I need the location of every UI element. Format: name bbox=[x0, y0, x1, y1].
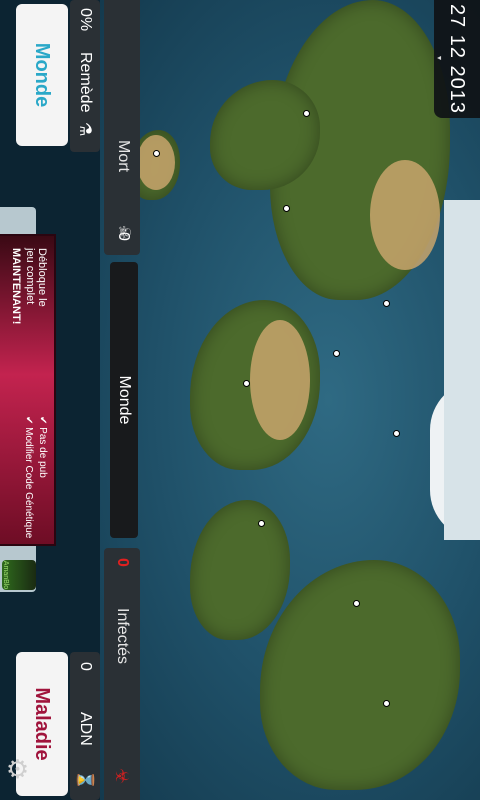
biohazard-icon: ☣ bbox=[112, 768, 133, 785]
city-marker[interactable] bbox=[383, 700, 390, 707]
arctic-ice bbox=[444, 200, 480, 540]
region-label: Monde bbox=[116, 375, 133, 425]
desert-region bbox=[370, 160, 440, 270]
australia-desert bbox=[137, 135, 175, 190]
infected-row: 0 Infectés ☣ bbox=[104, 548, 140, 800]
city-marker[interactable] bbox=[283, 205, 290, 212]
tab-world[interactable]: Monde bbox=[16, 4, 68, 146]
city-marker[interactable] bbox=[393, 430, 400, 437]
tab-disease-label: Maladie bbox=[31, 687, 54, 761]
sahara-desert bbox=[250, 320, 310, 440]
city-marker[interactable] bbox=[333, 350, 340, 357]
deaths-label: Mort bbox=[115, 140, 132, 172]
dna-label: ADN bbox=[77, 712, 94, 746]
cure-box: 0% Remède ⚗ bbox=[70, 0, 100, 152]
city-marker[interactable] bbox=[243, 380, 250, 387]
tab-world-label: Monde bbox=[31, 42, 54, 108]
continent-north-america bbox=[260, 560, 460, 790]
city-marker[interactable] bbox=[303, 110, 310, 117]
bottom-tabs: Monde Maladie bbox=[6, 0, 68, 800]
date-display[interactable]: 27 12 2013 ▾ bbox=[434, 0, 480, 118]
game-screen: 27 12 2013 ▾ AmanBlo Monde 0 Mort ☠ 0 In… bbox=[0, 0, 480, 800]
deaths-row: 0 Mort ☠ bbox=[104, 0, 140, 255]
date-text: 27 12 2013 bbox=[446, 3, 469, 115]
cure-label: Remède bbox=[77, 52, 94, 113]
region-bar[interactable]: Monde bbox=[110, 262, 138, 538]
cure-value: 0% bbox=[77, 8, 94, 32]
flask-icon: ⚗ bbox=[76, 122, 93, 137]
world-map[interactable] bbox=[100, 0, 480, 800]
infected-value: 0 bbox=[114, 558, 131, 567]
city-marker[interactable] bbox=[153, 150, 160, 157]
hourglass-icon: ⌛ bbox=[76, 770, 93, 790]
skull-icon: ☠ bbox=[115, 225, 132, 240]
infected-label: Infectés bbox=[114, 608, 131, 665]
dna-value: 0 bbox=[77, 662, 94, 671]
city-marker[interactable] bbox=[383, 300, 390, 307]
stats-panel: Monde 0 Mort ☠ 0 Infectés ☣ 0% Remède ⚗ … bbox=[0, 0, 140, 800]
date-dropdown-icon: ▾ bbox=[435, 56, 444, 62]
dna-box: 0 ADN ⌛ bbox=[70, 652, 100, 800]
continent-south-america bbox=[190, 500, 290, 640]
city-marker[interactable] bbox=[353, 600, 360, 607]
settings-gear-icon[interactable]: ⚙ bbox=[6, 754, 29, 785]
city-marker[interactable] bbox=[258, 520, 265, 527]
